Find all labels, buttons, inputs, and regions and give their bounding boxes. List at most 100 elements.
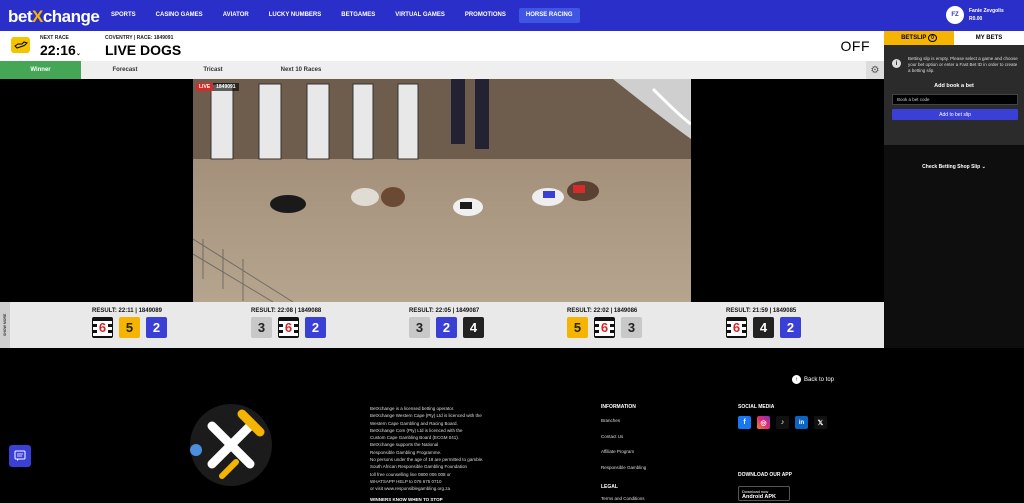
gear-icon[interactable]: ⚙ [866, 61, 884, 79]
result-item: RESULT: 22:02 | 1849086 5 6 3 [567, 308, 642, 338]
live-label: LIVE [196, 83, 214, 91]
result-label: RESULT: 22:08 | 1849088 [251, 308, 322, 314]
result-item: RESULT: 22:11 | 1849089 6 5 2 [92, 308, 167, 338]
trap-number: 6 [282, 320, 295, 335]
tiktok-icon[interactable]: ♪ [776, 416, 789, 429]
live-badge: LIVE 1849091 [196, 83, 239, 91]
back-to-top-label: Back to top [804, 376, 835, 383]
main-nav: SPORTS CASINO GAMES AVIATOR LUCKY NUMBER… [104, 8, 586, 23]
trap-number: 6 [730, 320, 743, 335]
link-responsible-gambling[interactable]: Responsible Gambling [601, 465, 646, 470]
legal-line: BetXchange is a licensed betting operato… [370, 406, 455, 411]
legal-line: Western Cape Gambling and Racing Board. [370, 420, 458, 426]
link-affiliate-program[interactable]: Affiliate Program [601, 449, 634, 454]
nav-virtual-games[interactable]: VIRTUAL GAMES [388, 8, 452, 23]
linkedin-icon[interactable]: in [795, 416, 808, 429]
legal-text: BetXchange is a licensed betting operato… [370, 405, 500, 503]
book-bet-code-input[interactable]: Book a bet code [892, 94, 1018, 105]
chat-button[interactable] [9, 445, 31, 467]
betxchange-x-logo [190, 404, 272, 486]
add-book-bet-title: Add book a bet [934, 83, 974, 89]
race-header: NEXT RACE 22:16⌄ COVENTRY | RACE: 184909… [0, 31, 884, 61]
x-twitter-icon[interactable]: 𝕏 [814, 416, 827, 429]
betslip-empty-message: Betting slip is empty. Please select a g… [908, 56, 1018, 73]
nav-aviator[interactable]: AVIATOR [216, 8, 256, 23]
user-menu[interactable]: FZ Fanie Zevgolis R0.00 [946, 6, 1004, 24]
nav-horse-racing[interactable]: HORSE RACING [518, 8, 580, 23]
betslip-panel: BETSLIP 0 MY BETS i Betting slip is empt… [884, 31, 1024, 348]
social-links: f ◎ ♪ in 𝕏 [738, 416, 827, 429]
trap-5: 5 [119, 317, 140, 338]
race-info: COVENTRY | RACE: 1849091 [105, 35, 174, 41]
top-navigation: betXchange SPORTS CASINO GAMES AVIATOR L… [0, 0, 1024, 31]
bet-type-tabs: Winner Forecast Tricast Next 10 Races [0, 61, 884, 79]
race-video-frame [193, 79, 691, 302]
back-to-top-link[interactable]: ↑ Back to top [792, 375, 834, 384]
betxchange-logo[interactable]: betXchange [8, 7, 100, 27]
next-race-label: NEXT RACE [40, 35, 69, 41]
facebook-icon[interactable]: f [738, 416, 751, 429]
trap-number: 6 [598, 320, 611, 335]
trap-4: 4 [753, 317, 774, 338]
trap-2: 2 [436, 317, 457, 338]
legal-line: South African Responsible Gambling Found… [370, 464, 468, 470]
trap-6: 6 [726, 317, 747, 338]
info-icon: i [892, 59, 901, 68]
nav-betgames[interactable]: BETGAMES [334, 8, 382, 23]
trap-3: 3 [621, 317, 642, 338]
tab-my-bets[interactable]: MY BETS [954, 31, 1024, 45]
show-more-tab[interactable]: SHOW MORE [0, 302, 10, 348]
result-traps: 3 2 4 [409, 317, 484, 338]
race-title: LIVE DOGS [105, 42, 182, 58]
android-big-label: Android APK [742, 494, 777, 500]
trap-3: 3 [251, 317, 272, 338]
download-app-title: DOWNLOAD OUR APP [738, 472, 792, 478]
result-item: RESULT: 22:08 | 1849088 3 6 2 [251, 308, 326, 338]
legal-line: Responsible Gambling Programme. [370, 449, 442, 455]
tab-betslip[interactable]: BETSLIP 0 [884, 31, 954, 45]
result-traps: 3 6 2 [251, 317, 326, 338]
betslip-body: i Betting slip is empty. Please select a… [884, 45, 1024, 145]
tab-tricast[interactable]: Tricast [169, 61, 257, 79]
add-to-bet-slip-button[interactable]: Add to bet slip [892, 109, 1018, 120]
tab-next-10-races[interactable]: Next 10 Races [257, 61, 345, 79]
legal-title: LEGAL [601, 484, 618, 490]
trap-5: 5 [567, 317, 588, 338]
nav-casino-games[interactable]: CASINO GAMES [149, 8, 210, 23]
trap-4: 4 [463, 317, 484, 338]
footer: ↑ Back to top BetXchange is a licensed b… [0, 348, 1024, 503]
race-status: OFF [840, 38, 870, 54]
legal-line: or visit www.responsiblegambling.org.za [370, 486, 451, 492]
nav-sports[interactable]: SPORTS [104, 8, 143, 23]
social-media-title: SOCIAL MEDIA [738, 404, 775, 410]
check-shop-slip-link[interactable]: Check Betting Shop Slip ⌄ [884, 164, 1024, 170]
result-item: RESULT: 22:05 | 1849087 3 2 4 [409, 308, 484, 338]
avatar[interactable]: FZ [946, 6, 964, 24]
logo-text-left: bet [8, 7, 33, 26]
link-contact-us[interactable]: Contact Us [601, 434, 623, 439]
result-label: RESULT: 21:59 | 1849085 [726, 308, 797, 314]
tab-forecast[interactable]: Forecast [81, 61, 169, 79]
next-race-time[interactable]: 22:16⌄ [40, 42, 81, 58]
chat-icon [14, 450, 26, 461]
user-balance: R0.00 [969, 16, 983, 22]
link-terms[interactable]: Terms and Conditions [601, 496, 645, 501]
next-race-time-value: 22:16 [40, 42, 76, 58]
legal-line: toll free counselling line 0800 006 008 … [370, 471, 451, 477]
instagram-icon[interactable]: ◎ [757, 416, 770, 429]
logo-text-x: X [32, 7, 43, 26]
result-label: RESULT: 22:05 | 1849087 [409, 308, 480, 314]
chevron-down-icon: ⌄ [981, 164, 986, 170]
nav-lucky-numbers[interactable]: LUCKY NUMBERS [262, 8, 329, 23]
legal-line: WHATSAPP HELP to 076 675 0710 [370, 478, 442, 484]
betslip-count-badge: 0 [928, 34, 937, 42]
live-video-player[interactable] [193, 79, 691, 302]
tab-winner[interactable]: Winner [0, 61, 81, 79]
link-branches[interactable]: Branches [601, 418, 620, 423]
legal-line: BetXchange Com (Pty) Ltd is licenced wit… [370, 427, 463, 433]
trap-2: 2 [305, 317, 326, 338]
android-apk-button[interactable]: Download now Android APK [738, 486, 790, 501]
result-traps: 6 5 2 [92, 317, 167, 338]
nav-promotions[interactable]: PROMOTIONS [458, 8, 513, 23]
result-traps: 5 6 3 [567, 317, 642, 338]
